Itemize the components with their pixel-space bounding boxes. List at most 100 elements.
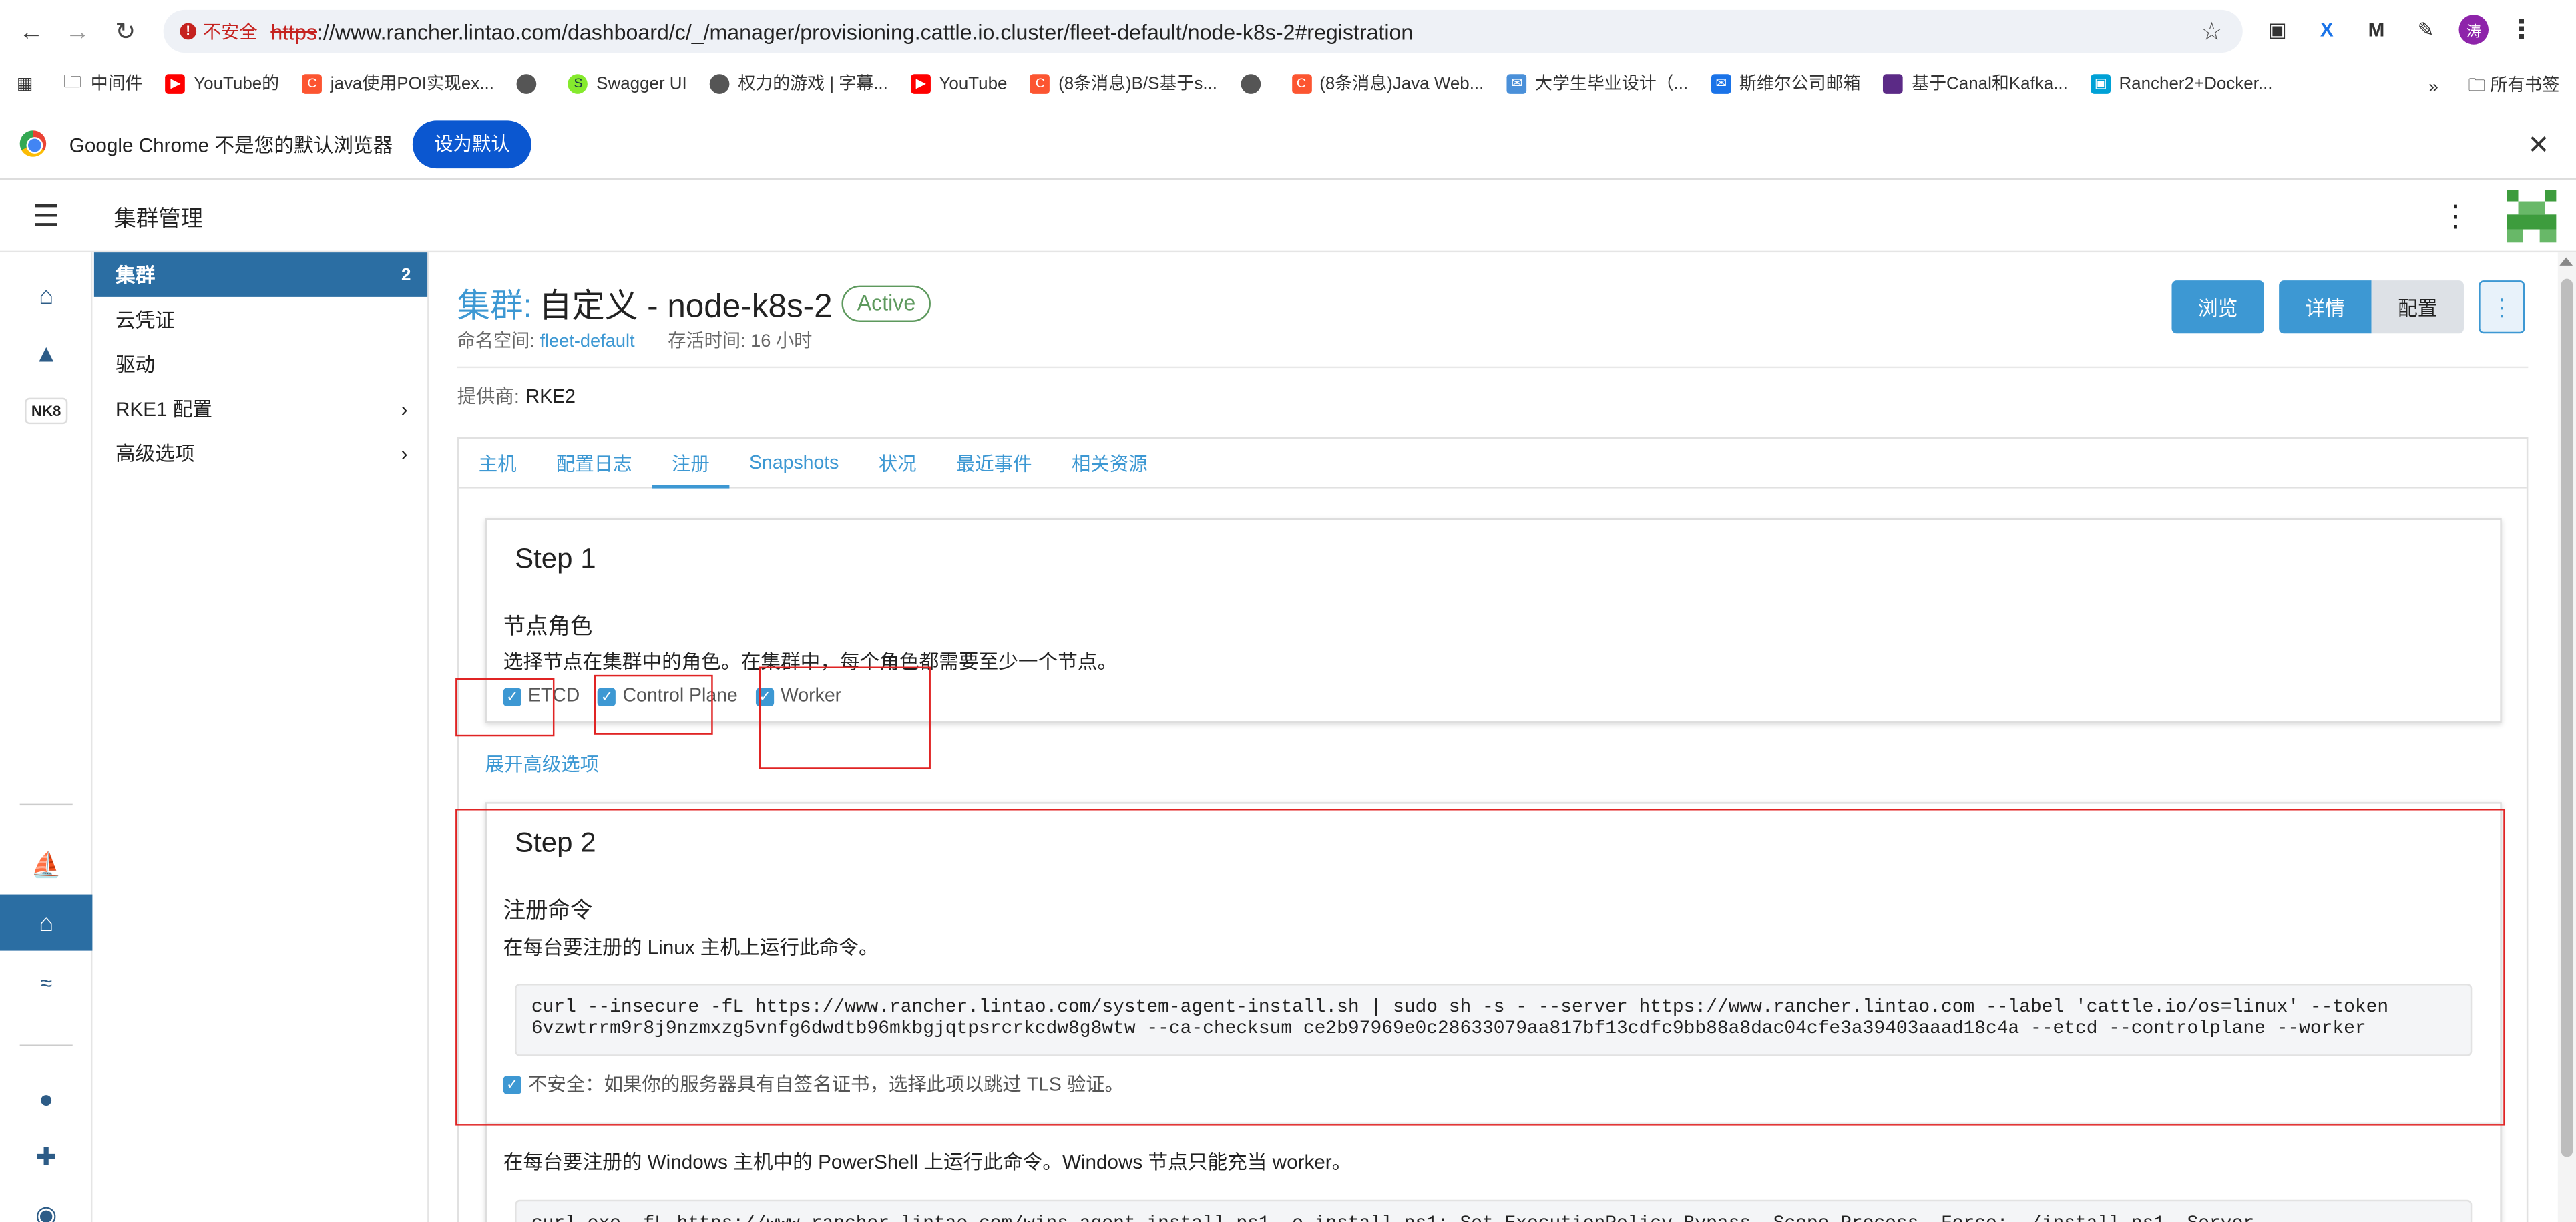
bookmarks-more[interactable]: » (2428, 77, 2438, 97)
hamburger-menu-icon[interactable]: ☰ (0, 199, 92, 234)
node-role-desc: 选择节点在集群中的角色。在集群中，每个角色都需要至少一个节点。 (503, 650, 1118, 674)
mail-icon: ✉ (1711, 73, 1731, 93)
windows-command-line1: curl.exe -fL https://www.rancher.lintao.… (531, 1215, 2254, 1222)
chevron-right-icon: › (401, 441, 408, 465)
menu-item-clusters[interactable]: 集群 2 (93, 252, 428, 297)
all-bookmarks[interactable]: 🗀 所有书签 (2468, 73, 2559, 102)
checkmark-icon: ✓ (755, 687, 775, 706)
provider-value: RKE2 (525, 387, 576, 408)
reload-icon[interactable]: ↻ (108, 13, 144, 49)
bookmark-star-icon[interactable]: ☆ (2201, 17, 2223, 46)
insecure-checkbox[interactable]: ✓ 不安全：如果你的服务器具有自签名证书，选择此项以跳过 TLS 验证。 (503, 1071, 1124, 1098)
folder-icon: 🗀 (63, 72, 82, 93)
tab-recent-events[interactable]: 最近事件 (936, 439, 1052, 487)
browse-button[interactable]: 浏览 (2171, 280, 2264, 334)
cluster-shirt-icon[interactable]: ▲ (0, 332, 92, 375)
detail-button[interactable]: 详情 (2279, 280, 2372, 334)
rancher-logo-icon[interactable] (2507, 190, 2557, 243)
set-default-button[interactable]: 设为默认 (412, 120, 531, 168)
linux-desc: 在每台要注册的 Linux 主机上运行此命令。 (503, 936, 879, 959)
insecure-indicator[interactable]: ! 不安全 (180, 18, 258, 45)
tab-related-resources[interactable]: 相关资源 (1052, 439, 1167, 487)
bookmark-6[interactable]: ▶ YouTube (911, 73, 1007, 93)
bookmark-12[interactable]: 基于Canal和Kafka... (1884, 71, 2068, 95)
more-actions-button[interactable]: ⋮ (2479, 280, 2525, 334)
menu-item-drivers[interactable]: 驱动 (94, 342, 427, 387)
checkmark-icon: ✓ (503, 1075, 521, 1094)
action-buttons: 浏览 详情 配置 ⋮ (2171, 280, 2525, 334)
bookmark-8[interactable] (1240, 73, 1269, 93)
control-plane-checkbox[interactable]: ✓ Control Plane (598, 686, 738, 706)
tab-bar: 主机 配置日志 注册 Snapshots 状况 最近事件 相关资源 (459, 439, 2527, 489)
bookmark-1[interactable]: ▶ YouTube的 (166, 71, 279, 95)
checkmark-icon: ✓ (503, 687, 521, 706)
scroll-thumb[interactable] (2561, 278, 2573, 1157)
side-menu: 集群 2 云凭证 驱动 RKE1 配置 › 高级选项 › (93, 252, 429, 1222)
bookmark-7[interactable]: C (8条消息)B/S基于s... (1030, 71, 1217, 95)
virtualization-icon[interactable]: ≈ (0, 960, 92, 1003)
menu-item-rke1-config[interactable]: RKE1 配置 › (94, 386, 427, 431)
bookmark-4[interactable]: S Swagger UI (568, 73, 687, 93)
user-icon[interactable]: ● (0, 1078, 92, 1121)
scroll-up-icon[interactable] (2559, 257, 2573, 266)
bookmark-5[interactable]: 权力的游戏 | 字幕... (710, 71, 888, 95)
extension-m-icon[interactable]: M (2360, 13, 2392, 46)
etcd-checkbox[interactable]: ✓ ETCD (503, 686, 580, 706)
tab-machines[interactable]: 主机 (479, 439, 537, 487)
page-scrollbar[interactable] (2557, 252, 2576, 1222)
header-kebab-icon[interactable]: ⋮ (2440, 200, 2470, 234)
extensions-row: ▣ X M ✎ 涛 ⋮ (2261, 13, 2538, 46)
expand-advanced-link[interactable]: 展开高级选项 (485, 751, 600, 778)
bookmark-10[interactable]: ✉ 大学生毕业设计（... (1506, 71, 1688, 95)
bookmarks-right: » 🗀 所有书签 (2428, 73, 2559, 102)
step1-card: Step 1 节点角色 选择节点在集群中的角色。在集群中，每个角色都需要至少一个… (485, 518, 2502, 723)
insecure-label: 不安全 (202, 23, 258, 43)
profile-avatar[interactable]: 涛 (2458, 15, 2489, 45)
folder-icon: 🗀 (2468, 75, 2486, 96)
divider (457, 366, 2529, 369)
windows-command-box[interactable]: curl.exe -fL https://www.rancher.lintao.… (515, 1199, 2473, 1222)
address-bar[interactable]: ! 不安全 https://www.rancher.lintao.com/das… (163, 9, 2243, 53)
mail-icon: ✉ (1506, 73, 1527, 93)
worker-checkbox[interactable]: ✓ Worker (755, 686, 841, 706)
namespace-link[interactable]: fleet-default (540, 332, 634, 352)
forward-arrow-icon[interactable]: → (59, 13, 95, 49)
tab-snapshots[interactable]: Snapshots (729, 439, 859, 487)
linux-command-box[interactable]: curl --insecure -fL https://www.rancher.… (515, 984, 2473, 1056)
bookmark-0[interactable]: 🗀 中间件 (63, 71, 143, 95)
bookmark-11[interactable]: ✉ 斯维尔公司邮箱 (1711, 71, 1861, 95)
close-icon[interactable]: ✕ (2527, 129, 2549, 162)
globe-icon[interactable]: ◉ (0, 1193, 92, 1222)
home-icon[interactable]: ⌂ (0, 274, 92, 317)
bookmark-13[interactable]: ▣ Rancher2+Docker... (2091, 73, 2273, 93)
extension-tab-icon[interactable]: ▣ (2261, 13, 2294, 46)
nk8-cluster[interactable]: NK8 (0, 389, 92, 432)
extensions-puzzle-icon[interactable]: ✎ (2409, 13, 2442, 46)
bookmark-3[interactable] (517, 73, 546, 93)
menu-item-cloud-credentials[interactable]: 云凭证 (94, 297, 427, 342)
rail-divider (19, 803, 73, 806)
cluster-management-icon[interactable]: ⌂ (0, 894, 93, 951)
warning-icon: ! (180, 23, 197, 40)
bookmark-icon (1884, 73, 1904, 93)
bookmark-2[interactable]: Cjava使用POI实现ex... (302, 71, 494, 95)
extension-x-icon[interactable]: X (2310, 13, 2343, 46)
windows-desc: 在每台要注册的 Windows 主机中的 PowerShell 上运行此命令。W… (503, 1150, 1352, 1174)
continuous-delivery-sail-icon[interactable]: ⛵ (0, 843, 92, 886)
cluster-count-badge: 2 (401, 264, 411, 285)
tab-registration[interactable]: 注册 (652, 439, 730, 489)
bookmark-9[interactable]: C (8条消息)Java Web... (1291, 71, 1484, 95)
youtube-icon: ▶ (911, 73, 931, 93)
menu-item-advanced[interactable]: 高级选项 › (94, 431, 427, 475)
extensions-puzzle-icon[interactable]: ✚ (0, 1135, 92, 1178)
tab-conditions[interactable]: 状况 (859, 439, 936, 487)
title-prefix: 集群: (457, 288, 533, 325)
globe-icon (710, 73, 730, 93)
tab-provisioning-log[interactable]: 配置日志 (536, 439, 652, 487)
config-button[interactable]: 配置 (2371, 280, 2464, 334)
app-header: ☰ 集群管理 ⋮ (0, 182, 2576, 253)
chrome-menu-icon[interactable]: ⋮ (2505, 13, 2538, 46)
apps-grid-icon[interactable]: ▦ (17, 73, 33, 93)
cluster-meta: 命名空间: fleet-default 存活时间: 16 小时 (457, 331, 813, 352)
back-arrow-icon[interactable]: ← (13, 13, 49, 49)
